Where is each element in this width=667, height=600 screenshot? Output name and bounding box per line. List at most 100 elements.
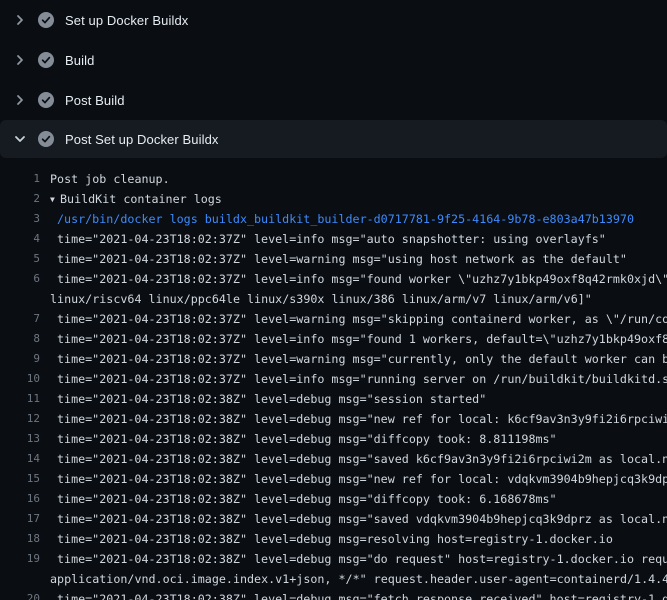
log-row: 7 time="2021-04-23T18:02:37Z" level=warni… (0, 309, 667, 329)
line-number[interactable]: 19 (0, 549, 40, 569)
check-circle-icon (38, 12, 54, 28)
chevron-right-icon[interactable] (12, 92, 28, 108)
log-text: time="2021-04-23T18:02:38Z" level=debug … (57, 592, 667, 600)
log-row: application/vnd.oci.image.index.v1+json,… (0, 569, 667, 589)
line-number[interactable]: 4 (0, 229, 40, 249)
line-number[interactable]: 1 (0, 169, 40, 189)
log-text: time="2021-04-23T18:02:38Z" level=debug … (57, 392, 486, 406)
log-text: time="2021-04-23T18:02:37Z" level=info m… (57, 332, 667, 346)
log-line-content: /usr/bin/docker logs buildx_buildkit_bui… (57, 209, 667, 229)
steps-list: Set up Docker Buildx Build Post Build Post … (0, 0, 667, 158)
log-row: 3/usr/bin/docker logs buildx_buildkit_bu… (0, 209, 667, 229)
step-row[interactable]: Post Build (0, 80, 667, 120)
line-number[interactable]: 14 (0, 449, 40, 469)
log-text: time="2021-04-23T18:02:38Z" level=debug … (57, 412, 667, 426)
log-line-content: linux/riscv64 linux/ppc64le linux/s390x … (50, 289, 667, 309)
check-circle-icon (38, 131, 54, 147)
chevron-right-icon[interactable] (12, 52, 28, 68)
line-number[interactable]: 6 (0, 269, 40, 289)
log-line-content: time="2021-04-23T18:02:37Z" level=warnin… (57, 349, 667, 369)
log-row: 16 time="2021-04-23T18:02:38Z" level=debu… (0, 489, 667, 509)
check-circle-icon (38, 92, 54, 108)
log-line-content: ▼BuildKit container logs (50, 189, 667, 209)
line-number[interactable]: 7 (0, 309, 40, 329)
log-row: 12 time="2021-04-23T18:02:38Z" level=debu… (0, 409, 667, 429)
log-row: 5 time="2021-04-23T18:02:37Z" level=warni… (0, 249, 667, 269)
log-line-content: time="2021-04-23T18:02:38Z" level=debug … (57, 429, 667, 449)
line-number[interactable]: 3 (0, 209, 40, 229)
log-text: application/vnd.oci.image.index.v1+json,… (50, 572, 667, 586)
chevron-right-icon[interactable] (12, 12, 28, 28)
log-row: 20 time="2021-04-23T18:02:38Z" level=debu… (0, 589, 667, 600)
line-number[interactable]: 2 (0, 189, 40, 209)
line-number[interactable]: 15 (0, 469, 40, 489)
log-row: 18 time="2021-04-23T18:02:38Z" level=debu… (0, 529, 667, 549)
step-row[interactable]: Build (0, 40, 667, 80)
log-line-content: time="2021-04-23T18:02:38Z" level=debug … (57, 409, 667, 429)
log-text: time="2021-04-23T18:02:37Z" level=warnin… (57, 252, 627, 266)
log-line-content: time="2021-04-23T18:02:37Z" level=info m… (57, 229, 667, 249)
log-line-content: time="2021-04-23T18:02:38Z" level=debug … (57, 549, 667, 569)
log-text: time="2021-04-23T18:02:37Z" level=info m… (57, 232, 606, 246)
log-text: time="2021-04-23T18:02:37Z" level=warnin… (57, 352, 667, 366)
log-line-content: time="2021-04-23T18:02:37Z" level=info m… (57, 369, 667, 389)
step-row[interactable]: Set up Docker Buildx (0, 0, 667, 40)
log-text: time="2021-04-23T18:02:38Z" level=debug … (57, 552, 667, 566)
log-text: time="2021-04-23T18:02:38Z" level=debug … (57, 512, 667, 526)
log-row: 9 time="2021-04-23T18:02:37Z" level=warni… (0, 349, 667, 369)
log-line-content: time="2021-04-23T18:02:37Z" level=warnin… (57, 249, 667, 269)
line-number[interactable]: 17 (0, 509, 40, 529)
log-row: 11 time="2021-04-23T18:02:38Z" level=debu… (0, 389, 667, 409)
log-line-content: time="2021-04-23T18:02:37Z" level=warnin… (57, 309, 667, 329)
line-number[interactable]: 9 (0, 349, 40, 369)
log-text: time="2021-04-23T18:02:37Z" level=warnin… (57, 312, 667, 326)
line-number[interactable]: 16 (0, 489, 40, 509)
log-row: 2 ▼BuildKit container logs (0, 189, 667, 209)
log-text: time="2021-04-23T18:02:37Z" level=info m… (57, 372, 667, 386)
log-text: time="2021-04-23T18:02:37Z" level=info m… (57, 272, 667, 286)
group-toggle-icon[interactable]: ▼ (50, 190, 60, 209)
chevron-down-icon[interactable] (12, 131, 28, 147)
line-number (0, 289, 40, 309)
log-row: 17 time="2021-04-23T18:02:38Z" level=debu… (0, 509, 667, 529)
log-line-content: time="2021-04-23T18:02:37Z" level=info m… (57, 329, 667, 349)
line-number[interactable]: 11 (0, 389, 40, 409)
log-line-content: time="2021-04-23T18:02:37Z" level=info m… (57, 269, 667, 289)
log-text: time="2021-04-23T18:02:38Z" level=debug … (57, 532, 613, 546)
log-panel: 1 Post job cleanup. 2 ▼BuildKit container l… (0, 158, 667, 600)
step-title: Post Build (65, 93, 125, 108)
log-text: Post job cleanup. (50, 172, 170, 186)
log-line-content: time="2021-04-23T18:02:38Z" level=debug … (57, 389, 667, 409)
step-row[interactable]: Post Set up Docker Buildx (0, 120, 667, 158)
check-circle-icon (38, 52, 54, 68)
line-number[interactable]: 8 (0, 329, 40, 349)
log-line-content: time="2021-04-23T18:02:38Z" level=debug … (57, 449, 667, 469)
line-number[interactable]: 18 (0, 529, 40, 549)
log-text: time="2021-04-23T18:02:38Z" level=debug … (57, 432, 557, 446)
line-number[interactable]: 12 (0, 409, 40, 429)
line-number[interactable]: 13 (0, 429, 40, 449)
log-row: 6 time="2021-04-23T18:02:37Z" level=info … (0, 269, 667, 289)
log-row: 4 time="2021-04-23T18:02:37Z" level=info … (0, 229, 667, 249)
log-line-content: time="2021-04-23T18:02:38Z" level=debug … (57, 529, 667, 549)
log-row: 10 time="2021-04-23T18:02:37Z" level=info… (0, 369, 667, 389)
log-row: 15 time="2021-04-23T18:02:38Z" level=debu… (0, 469, 667, 489)
log-row: linux/riscv64 linux/ppc64le linux/s390x … (0, 289, 667, 309)
log-text: time="2021-04-23T18:02:38Z" level=debug … (57, 492, 557, 506)
log-row: 13 time="2021-04-23T18:02:38Z" level=debu… (0, 429, 667, 449)
log-row: 8 time="2021-04-23T18:02:37Z" level=info … (0, 329, 667, 349)
step-title: Build (65, 53, 94, 68)
step-title: Set up Docker Buildx (65, 13, 188, 28)
log-row: 1 Post job cleanup. (0, 169, 667, 189)
log-line-content: application/vnd.oci.image.index.v1+json,… (50, 569, 667, 589)
log-line-content: time="2021-04-23T18:02:38Z" level=debug … (57, 489, 667, 509)
log-line-content: time="2021-04-23T18:02:38Z" level=debug … (57, 469, 667, 489)
log-line-content: time="2021-04-23T18:02:38Z" level=debug … (57, 589, 667, 600)
line-number[interactable]: 20 (0, 589, 40, 600)
line-number[interactable]: 10 (0, 369, 40, 389)
log-text: time="2021-04-23T18:02:38Z" level=debug … (57, 452, 667, 466)
log-command-text: /usr/bin/docker logs buildx_buildkit_bui… (57, 212, 634, 226)
line-number[interactable]: 5 (0, 249, 40, 269)
line-number (0, 569, 40, 589)
log-text: BuildKit container logs (60, 192, 222, 206)
